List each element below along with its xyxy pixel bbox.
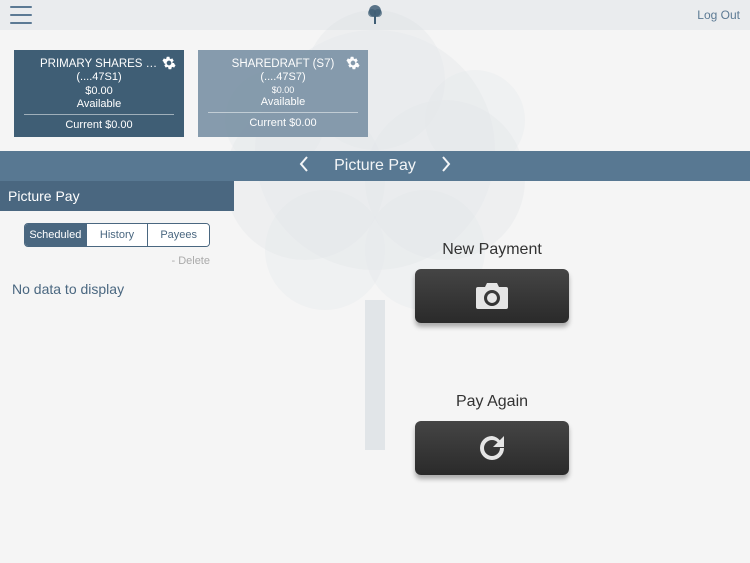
new-payment-label: New Payment: [415, 241, 569, 259]
app-header: Log Out: [0, 0, 750, 30]
segment-history[interactable]: History: [86, 224, 148, 246]
segment-scheduled[interactable]: Scheduled: [25, 224, 86, 246]
pay-again-button[interactable]: [415, 421, 569, 475]
new-payment-button[interactable]: [415, 269, 569, 323]
delete-link[interactable]: - Delete: [0, 255, 234, 271]
accounts-row: PRIMARY SHARES (.... (....47S1) $0.00 Av…: [0, 30, 750, 151]
refresh-icon: [476, 432, 508, 464]
chevron-left-icon[interactable]: [294, 155, 314, 178]
account-number: (....47S7): [208, 71, 358, 83]
sidebar: Picture Pay Scheduled History Payees - D…: [0, 181, 234, 540]
account-name: SHAREDRAFT (S7): [208, 58, 358, 70]
segment-control: Scheduled History Payees: [24, 223, 210, 247]
segment-payees[interactable]: Payees: [147, 224, 209, 246]
account-balance: $0.00: [208, 85, 358, 95]
feature-bar: Picture Pay: [0, 151, 750, 181]
content-area: New Payment Pay Again: [234, 181, 750, 540]
gear-icon[interactable]: [346, 56, 360, 73]
app-logo: [367, 2, 383, 29]
chevron-right-icon[interactable]: [436, 155, 456, 178]
logout-link[interactable]: Log Out: [697, 8, 740, 22]
account-card-secondary[interactable]: SHAREDRAFT (S7) (....47S7) $0.00 Availab…: [198, 50, 368, 137]
available-label: Available: [24, 98, 174, 110]
account-balance: $0.00: [24, 85, 174, 97]
no-data-message: No data to display: [0, 271, 234, 307]
menu-icon[interactable]: [10, 6, 32, 24]
current-balance: Current $0.00: [24, 119, 174, 131]
account-card-primary[interactable]: PRIMARY SHARES (.... (....47S1) $0.00 Av…: [14, 50, 184, 137]
camera-icon: [474, 281, 510, 311]
pay-again-label: Pay Again: [415, 393, 569, 411]
available-label: Available: [208, 96, 358, 108]
sidebar-header: Picture Pay: [0, 181, 234, 211]
current-balance: Current $0.00: [208, 117, 358, 129]
account-number: (....47S1): [24, 71, 174, 83]
gear-icon[interactable]: [162, 56, 176, 73]
account-name: PRIMARY SHARES (....: [24, 58, 174, 70]
feature-title: Picture Pay: [334, 157, 416, 175]
